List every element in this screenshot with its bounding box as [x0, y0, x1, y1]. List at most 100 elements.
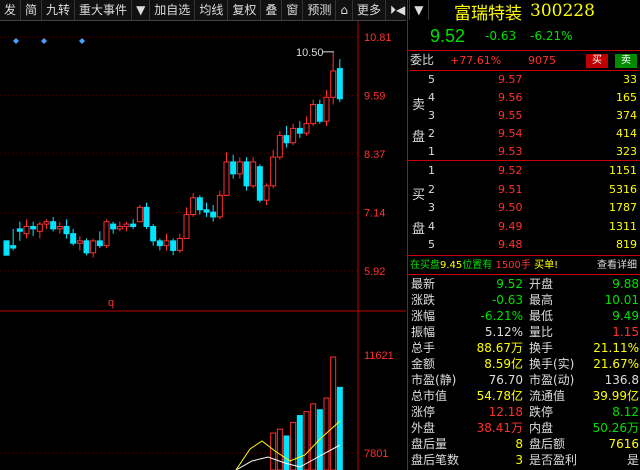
- toolbar-item[interactable]: 复权: [228, 0, 262, 20]
- volume-bar-down: [283, 435, 290, 470]
- candle-down: [70, 233, 77, 244]
- candle-up: [290, 127, 297, 144]
- stat-value: 3: [515, 453, 523, 467]
- orderbook-divider: [408, 160, 640, 161]
- stat-row: 总手 88.67万 换手 21.11%: [411, 340, 639, 357]
- stat-value: 9.49: [612, 309, 639, 323]
- weibi-row: 委比 +77.61% 9075 买 卖: [410, 52, 639, 71]
- price-tick-label: 9.59: [364, 90, 385, 102]
- stat-value: 是: [626, 453, 639, 467]
- candle-down: [316, 103, 323, 122]
- candle-up: [183, 214, 190, 239]
- order-volume: 323: [616, 145, 637, 158]
- toolbar-item[interactable]: 发: [0, 0, 22, 20]
- stat-label: 换手(实): [529, 357, 575, 371]
- order-level: 4: [428, 91, 435, 104]
- toolbar-item[interactable]: 均线: [195, 0, 229, 20]
- order-level: 1: [428, 164, 435, 177]
- stat-value: 136.8: [604, 373, 639, 387]
- order-volume: 1151: [609, 164, 637, 177]
- stock-name: 富瑞特装: [454, 3, 523, 24]
- candle-up: [56, 225, 63, 230]
- toolbar-item[interactable]: 加自选: [150, 0, 196, 20]
- toolbar-item[interactable]: 窗: [282, 0, 304, 20]
- order-level: 5: [428, 73, 435, 86]
- buy-order-row[interactable]: 1 9.52 1151: [408, 162, 640, 179]
- kline-chart[interactable]: 10.81 9.59 8.37 7.14 5.92 10.50 q 11621 7801: [0, 21, 406, 470]
- buy-order-row[interactable]: 4 9.49 1311: [408, 218, 640, 235]
- order-price: 9.51: [498, 182, 523, 196]
- stat-row: 最新 9.52 开盘 9.88: [411, 276, 639, 293]
- stat-label: 最低: [529, 309, 554, 323]
- big-order-info: 在买盘9.45位置有 1500手 买单! 查看详细: [408, 258, 640, 274]
- candle-up: [76, 240, 83, 244]
- price-line: 9.52 -0.63 -6.21%: [408, 22, 640, 51]
- toolbar-item[interactable]: 叠: [261, 0, 283, 20]
- buy-order-row[interactable]: 5 9.48 819: [408, 236, 640, 253]
- candle-down: [243, 161, 250, 187]
- order-level: 3: [428, 201, 435, 214]
- order-price: 9.48: [498, 238, 523, 251]
- chart-marker: q: [108, 297, 114, 309]
- toolbar-item[interactable]: 预测: [303, 0, 337, 20]
- sell-order-row[interactable]: 4 9.56 165: [408, 89, 640, 106]
- sell-order-row[interactable]: 1 9.53 323: [408, 143, 640, 160]
- sell-order-row[interactable]: 5 9.57 33: [408, 71, 640, 88]
- stat-label: 市盈(动): [529, 373, 575, 387]
- stat-value: 88.67万: [476, 341, 523, 355]
- candle-down: [10, 245, 17, 249]
- stat-label: 金额: [411, 357, 436, 371]
- stat-label: 流通值: [529, 389, 566, 403]
- stat-value: 12.18: [488, 405, 523, 419]
- stat-value: 76.70: [488, 373, 523, 387]
- view-detail-link[interactable]: 查看详细: [597, 258, 637, 274]
- info-pre: 在买盘: [410, 260, 440, 271]
- candle-down: [203, 209, 210, 213]
- candle-down: [63, 225, 70, 235]
- candle-down: [16, 228, 23, 232]
- toolbar-item[interactable]: ▼: [132, 0, 151, 20]
- toolbar-item[interactable]: 重大事件: [75, 0, 133, 20]
- sell-order-row[interactable]: 3 9.55 374: [408, 107, 640, 124]
- toolbar-item[interactable]: ⌂: [336, 0, 354, 20]
- weibi-diff: 9075: [528, 54, 556, 67]
- volume-bar-up: [290, 421, 297, 470]
- buy-order-row[interactable]: 3 9.50 1787: [408, 199, 640, 216]
- chart-toolbar: 发简九转 重大事件 ▼ 加自选 均线 复权叠窗预测 ⌂ 更多 ⏵◀ ▼: [0, 0, 429, 21]
- toolbar-item[interactable]: 九转: [42, 0, 76, 20]
- volume-bar-down: [296, 415, 303, 470]
- candle-up: [136, 206, 143, 223]
- stock-code: 300228: [530, 1, 595, 21]
- candle-down: [96, 240, 103, 247]
- stat-label: 换手: [529, 341, 554, 355]
- candle-up: [310, 103, 317, 125]
- sell-button[interactable]: 卖: [615, 54, 637, 68]
- stat-value: 21.11%: [593, 341, 639, 355]
- candle-up: [250, 161, 257, 187]
- candle-up: [190, 197, 197, 216]
- toolbar-item[interactable]: 简: [21, 0, 43, 20]
- candle-up: [36, 223, 43, 232]
- weibi-label: 委比: [410, 53, 435, 67]
- stat-value: 5.12%: [484, 325, 523, 339]
- candle-up: [176, 237, 183, 251]
- order-price: 9.50: [498, 201, 523, 214]
- sell-order-row[interactable]: 2 9.54 414: [408, 125, 640, 142]
- candle-up: [103, 221, 110, 247]
- stat-value: -0.63: [491, 293, 523, 307]
- stat-row: 市盈(静) 76.70 市盈(动) 136.8: [411, 372, 639, 389]
- order-level: 2: [428, 127, 435, 140]
- volume-bar-up: [303, 411, 310, 470]
- buy-order-row[interactable]: 2 9.51 5316: [408, 181, 640, 198]
- order-volume: 1311: [609, 219, 637, 233]
- candle-up: [123, 223, 130, 227]
- stat-label: 量比: [529, 325, 554, 339]
- buy-button[interactable]: 买: [586, 54, 608, 68]
- price-change: -0.63: [485, 29, 517, 43]
- toolbar-item[interactable]: 更多: [353, 0, 387, 20]
- stat-row: 总市值 54.78亿 流通值 39.99亿: [411, 388, 639, 405]
- stat-row: 振幅 5.12% 量比 1.15: [411, 324, 639, 341]
- price-tick-label: 10.81: [364, 32, 392, 44]
- order-level: 4: [428, 219, 435, 233]
- stat-value: 21.67%: [593, 357, 639, 371]
